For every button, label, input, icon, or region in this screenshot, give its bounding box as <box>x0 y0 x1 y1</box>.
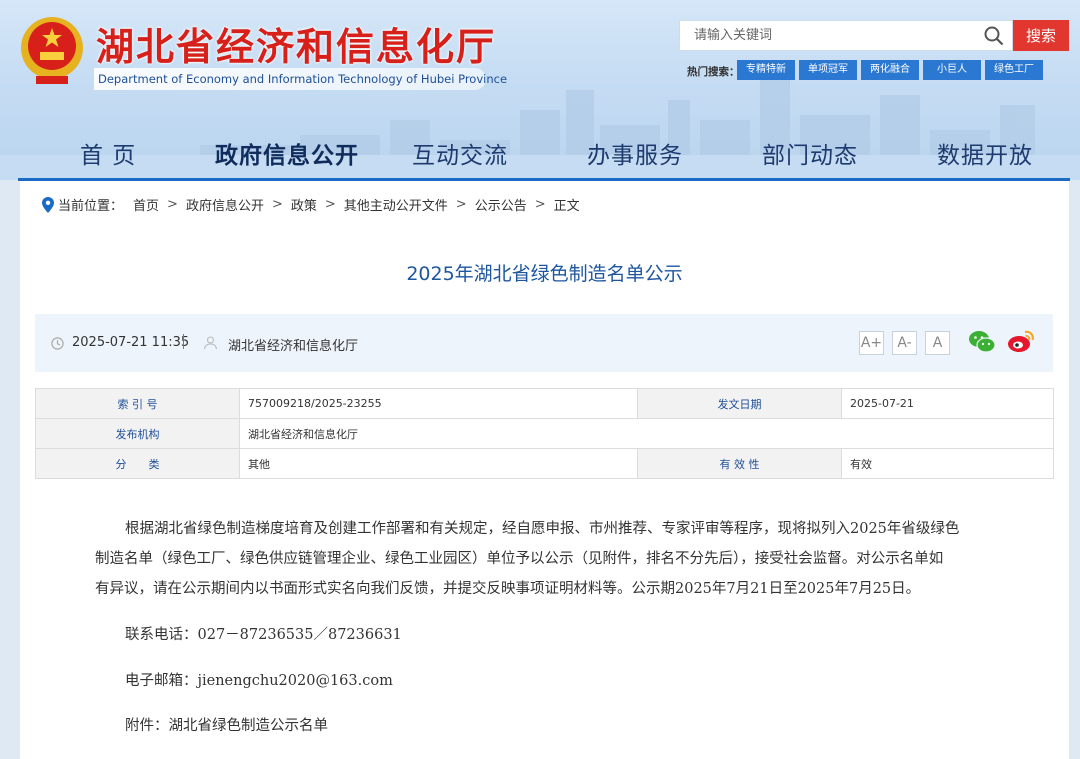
issue-date-label: 发文日期 <box>637 388 842 419</box>
hot-search-label: 热门搜索： <box>687 66 740 78</box>
hot-search-tags: 专精特新 单项冠军 两化融合 小巨人 绿色工厂 <box>737 60 1043 80</box>
contact-email: 电子邮箱：jienengchu2020@163.com <box>125 673 393 689</box>
org-label: 发布机构 <box>35 418 240 449</box>
breadcrumb-item[interactable]: 公示公告 <box>475 195 527 214</box>
breadcrumb-item[interactable]: 政策 <box>291 195 317 214</box>
contact-phone: 联系电话：027－87236535／87236631 <box>125 627 402 643</box>
nav-item-services[interactable]: 办事服务 <box>587 136 683 170</box>
search-button[interactable]: 搜索 <box>1013 20 1069 51</box>
breadcrumb-separator: > <box>271 197 283 212</box>
nav-item-interaction[interactable]: 互动交流 <box>412 136 508 170</box>
table-row: 发布机构 湖北省经济和信息化厅 <box>35 418 1054 449</box>
weibo-icon[interactable] <box>1007 328 1035 354</box>
national-emblem-icon <box>21 17 83 84</box>
article-meta-bar: 2025-07-21 11:35 湖北省经济和信息化厅 A+ A- A <box>35 314 1053 372</box>
site-title: 湖北省经济和信息化厅 <box>96 24 497 69</box>
hot-tag[interactable]: 专精特新 <box>737 60 795 80</box>
breadcrumb-separator: > <box>167 197 178 212</box>
content-panel: 当前位置： 首页 > 政府信息公开 > 政策 > 其他主动公开文件 > 公示公告… <box>20 181 1069 759</box>
attachment-link[interactable]: 附件：湖北省绿色制造公示名单 <box>95 714 328 735</box>
breadcrumb-separator: > <box>455 197 467 212</box>
wechat-icon[interactable] <box>968 329 996 355</box>
document-meta-table: 索 引 号 757009218/2025-23255 发文日期 2025-07-… <box>35 388 1054 479</box>
validity-value: 有效 <box>841 448 1054 479</box>
nav-item-open-data[interactable]: 数据开放 <box>937 136 1033 170</box>
font-default-button[interactable]: A <box>925 331 950 355</box>
breadcrumb-item[interactable]: 政府信息公开 <box>186 195 264 214</box>
paragraph-line: 有异议，请在公示期间内以书面形式实名向我们反馈，并提交反映事项证明材料等。公示期… <box>95 581 921 597</box>
paragraph-line: 制造名单（绿色工厂、绿色供应链管理企业、绿色工业园区）单位予以公示（见附件，排名… <box>95 551 944 567</box>
location-pin-icon <box>42 196 54 213</box>
hot-tag[interactable]: 绿色工厂 <box>985 60 1043 80</box>
breadcrumb-separator: > <box>324 197 336 212</box>
article-source: 湖北省经济和信息化厅 <box>228 339 359 354</box>
breadcrumb-separator: > <box>534 197 546 212</box>
breadcrumb-item-current: 正文 <box>553 199 580 214</box>
paragraph-line: 根据湖北省绿色制造梯度培育及创建工作部署和有关规定，经自愿申报、市州推荐、专家评… <box>125 521 960 537</box>
search-icon[interactable] <box>984 26 1004 46</box>
article-title: 2025年湖北省绿色制造名单公示 <box>406 263 683 285</box>
org-value: 湖北省经济和信息化厅 <box>239 418 1054 449</box>
nav-item-dept-news[interactable]: 部门动态 <box>762 136 858 170</box>
search-box <box>679 20 1013 51</box>
font-smaller-button[interactable]: A- <box>892 331 917 355</box>
font-larger-button[interactable]: A+ <box>859 331 884 355</box>
site-subtitle: Department of Economy and Information Te… <box>94 68 507 90</box>
table-row: 分 类 其他 有 效 性 有效 <box>35 448 1054 479</box>
index-value: 757009218/2025-23255 <box>239 388 638 419</box>
nav-item-gov-info[interactable]: 政府信息公开 <box>215 136 359 170</box>
breadcrumb-label: 当前位置： <box>58 199 124 214</box>
hot-tag[interactable]: 小巨人 <box>923 60 981 80</box>
hot-tag[interactable]: 两化融合 <box>861 60 919 80</box>
validity-label: 有 效 性 <box>637 448 842 479</box>
issue-date-value: 2025-07-21 <box>841 388 1054 419</box>
people-icon <box>203 336 218 350</box>
meta-divider <box>183 334 184 349</box>
nav-item-home[interactable]: 首 页 <box>80 136 136 170</box>
breadcrumb-item[interactable]: 其他主动公开文件 <box>344 195 448 214</box>
hot-tag[interactable]: 单项冠军 <box>799 60 857 80</box>
site-header: 湖北省经济和信息化厅 Department of Economy and Inf… <box>0 0 1080 180</box>
search-input[interactable] <box>694 21 974 50</box>
publish-date: 2025-07-21 11:35 <box>72 335 190 350</box>
breadcrumb: 当前位置： 首页 > 政府信息公开 > 政策 > 其他主动公开文件 > 公示公告… <box>42 195 580 214</box>
clock-icon <box>51 337 64 350</box>
category-label: 分 类 <box>35 448 240 479</box>
breadcrumb-item[interactable]: 首页 <box>133 195 159 214</box>
index-label: 索 引 号 <box>35 388 240 419</box>
category-value: 其他 <box>239 448 638 479</box>
table-row: 索 引 号 757009218/2025-23255 发文日期 2025-07-… <box>35 388 1054 419</box>
